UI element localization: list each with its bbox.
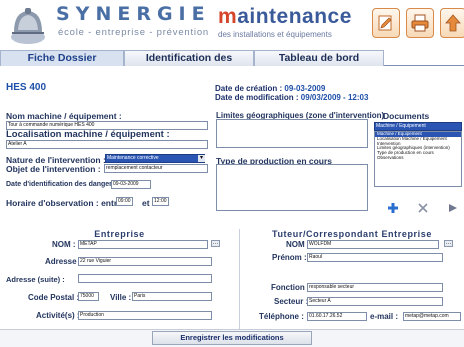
modification-date-row: Date de modification : 09/03/2009 - 12:0…	[215, 93, 368, 102]
tutor-sector-field[interactable]: Secteur A	[307, 297, 443, 306]
printer-icon	[411, 14, 429, 32]
edit-document-button[interactable]	[372, 8, 400, 38]
hours-and-label: et	[142, 198, 150, 208]
enterprise-city-label: Ville :	[110, 293, 132, 302]
intervention-object-label: Objet de l'intervention :	[6, 164, 101, 174]
brand-name: SYNERGIE	[56, 3, 211, 25]
tutor-firstname-field[interactable]: Raoul	[307, 253, 443, 262]
delete-icon	[418, 203, 428, 213]
app-subtitle: des installations et équipements	[218, 30, 332, 39]
record-dates: Date de création : 09-03-2009 Date de mo…	[215, 84, 368, 102]
enterprise-address2-field[interactable]	[78, 274, 212, 283]
open-arrow-icon	[449, 204, 457, 212]
creation-date-label: Date de création :	[215, 84, 283, 93]
modification-date-label: Date de modification :	[215, 93, 299, 102]
print-button[interactable]	[406, 8, 434, 38]
tutor-sector-label: Secteur :	[274, 297, 309, 306]
documents-list[interactable]: Machine / Equipement Localisation Machin…	[374, 131, 462, 187]
record-sheet: HES 400 Date de création : 09-03-2009 Da…	[0, 67, 464, 229]
app-title-lead: m	[218, 5, 238, 28]
documents-list-item[interactable]: Observations	[375, 155, 461, 161]
location-label: Localisation machine / équipement :	[6, 129, 170, 140]
app-title-rest: aintenance	[237, 5, 352, 28]
chevron-down-icon[interactable]: ▾	[198, 155, 205, 162]
plus-icon	[388, 203, 398, 213]
brand-tagline: école - entreprise - prévention	[58, 27, 210, 38]
hours-to-field[interactable]: 12:00	[152, 197, 169, 206]
tutor-email-field[interactable]: metap@metap.com	[403, 312, 461, 321]
creation-date-row: Date de création : 09-03-2009	[215, 84, 368, 93]
enterprise-activity-label: Activité(s) :	[36, 311, 80, 320]
production-textarea[interactable]	[216, 164, 368, 211]
tab-tableau-de-bord[interactable]: Tableau de bord	[254, 50, 384, 66]
tab-bar: Fiche Dossier Identification des dangers…	[0, 50, 464, 79]
panel-divider	[239, 229, 240, 329]
creation-date-value: 09-03-2009	[284, 84, 326, 93]
save-changes-button[interactable]: Enregistrer les modifications	[152, 331, 312, 345]
machine-label: Nom machine / équipement :	[6, 111, 122, 121]
documents-select[interactable]: Machine / Equipement	[374, 122, 462, 131]
enterprise-name-field[interactable]: METAP	[78, 240, 208, 249]
enterprise-address-field[interactable]: 22 rue Viguier	[78, 257, 212, 266]
tutor-email-label: e-mail :	[370, 312, 399, 321]
hours-from-field[interactable]: 09:00	[116, 197, 133, 206]
location-field[interactable]: Atelier A	[6, 140, 208, 149]
danger-date-field[interactable]: 09-03-2009	[111, 180, 151, 189]
enterprise-postal-label: Code Postal :	[28, 293, 80, 302]
tab-bar-filler	[384, 50, 464, 65]
add-document-button[interactable]	[386, 201, 400, 215]
enterprise-name-label: NOM :	[52, 240, 76, 249]
tab-identification-dangers[interactable]: Identification des dangers	[124, 50, 254, 79]
intervention-type-select[interactable]: Maintenance corrective	[105, 154, 205, 163]
record-reference: HES 400	[6, 82, 47, 93]
app-header: SYNERGIE école - entreprise - prévention…	[0, 0, 464, 50]
tutor-phone-label: Téléphone :	[259, 312, 304, 321]
delete-document-button[interactable]	[416, 201, 430, 215]
contact-panels: Entreprise NOM : METAP … Adresse : 22 ru…	[0, 229, 464, 329]
enterprise-postal-field[interactable]: 75000	[78, 292, 99, 301]
danger-date-label: Date d'identification des dangers :	[6, 181, 121, 188]
edit-document-icon	[378, 15, 392, 31]
enterprise-lookup-button[interactable]: …	[211, 240, 220, 247]
enterprise-activity-field[interactable]: Production	[78, 311, 212, 320]
app-title: maintenance	[218, 5, 352, 29]
enterprise-city-field[interactable]: Paris	[132, 292, 212, 301]
intervention-object-field[interactable]: remplacement contacteur	[104, 164, 208, 173]
tutor-function-field[interactable]: responsable secteur	[307, 283, 443, 292]
enterprise-address2-label: Adresse (suite) :	[6, 275, 65, 284]
tutor-function-label: Fonction :	[271, 283, 310, 292]
limits-textarea[interactable]	[216, 119, 368, 148]
helmet-logo-icon	[11, 8, 45, 44]
export-button[interactable]	[440, 8, 464, 38]
tab-fiche-dossier[interactable]: Fiche Dossier	[0, 50, 124, 66]
modification-date-value: 09/03/2009 - 12:03	[300, 93, 369, 102]
form-footer: Enregistrer les modifications	[0, 329, 464, 347]
enterprise-address-label: Adresse :	[45, 257, 82, 266]
hours-label: Horaire d'observation : entre	[6, 198, 122, 208]
tutor-phone-field[interactable]: 01.60.17.26.52	[307, 312, 367, 321]
open-document-button[interactable]	[446, 201, 460, 215]
tutor-lookup-button[interactable]: …	[444, 240, 453, 247]
tutor-name-field[interactable]: WOLFDM	[307, 240, 439, 249]
tutor-firstname-label: Prénom :	[272, 253, 307, 262]
arrow-up-icon	[445, 14, 461, 32]
